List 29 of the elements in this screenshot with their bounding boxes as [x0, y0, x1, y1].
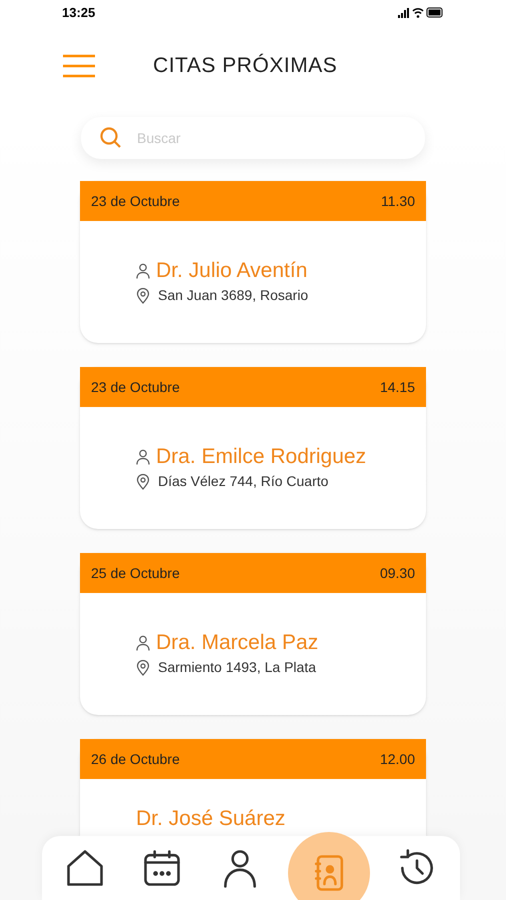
appointment-time: 12.00 — [380, 750, 415, 768]
status-time: 13:25 — [62, 4, 96, 22]
appointment-date: 23 de Octubre — [91, 378, 180, 396]
appointment-card[interactable]: 23 de Octubre 11.30 Dr. Julio Aventín San Juan 3689, Rosario — [80, 181, 426, 343]
location-icon — [136, 660, 150, 676]
address: Días Vélez 744, Río Cuarto — [158, 472, 328, 491]
doctor-name: Dr. José Suárez — [136, 807, 286, 831]
appointment-time: 11.30 — [381, 192, 415, 210]
appointment-date: 26 de Octubre — [91, 750, 180, 768]
page-title: CITAS PRÓXIMAS — [153, 52, 338, 80]
appointment-card[interactable]: 25 de Octubre 09.30 Dra. Marcela Paz Sarmiento 1493, La Plata — [80, 553, 426, 715]
doctor-name: Dra. Emilce Rodriguez — [156, 445, 366, 469]
doctor-name: Dra. Marcela Paz — [156, 631, 318, 655]
appointment-time: 14.15 — [380, 378, 415, 396]
person-icon — [136, 449, 150, 465]
status-icons — [398, 6, 444, 18]
appointment-card[interactable]: 23 de Octubre 14.15 Dra. Emilce Rodriguez Días Vélez 744, Río Cuarto — [80, 367, 426, 529]
appointment-card[interactable]: 26 de Octubre 12.00 Dr. José Suárez — [80, 739, 426, 836]
person-icon — [136, 263, 150, 279]
search-icon — [99, 126, 123, 150]
appointment-date: 25 de Octubre — [91, 564, 180, 582]
location-icon — [136, 288, 150, 304]
appointment-date: 23 de Octubre — [91, 192, 180, 210]
address: San Juan 3689, Rosario — [158, 286, 308, 305]
appointment-time: 09.30 — [380, 564, 415, 582]
person-icon — [136, 635, 150, 651]
doctor-name: Dr. Julio Aventín — [156, 259, 308, 283]
address: Sarmiento 1493, La Plata — [158, 658, 316, 677]
location-icon — [136, 474, 150, 490]
